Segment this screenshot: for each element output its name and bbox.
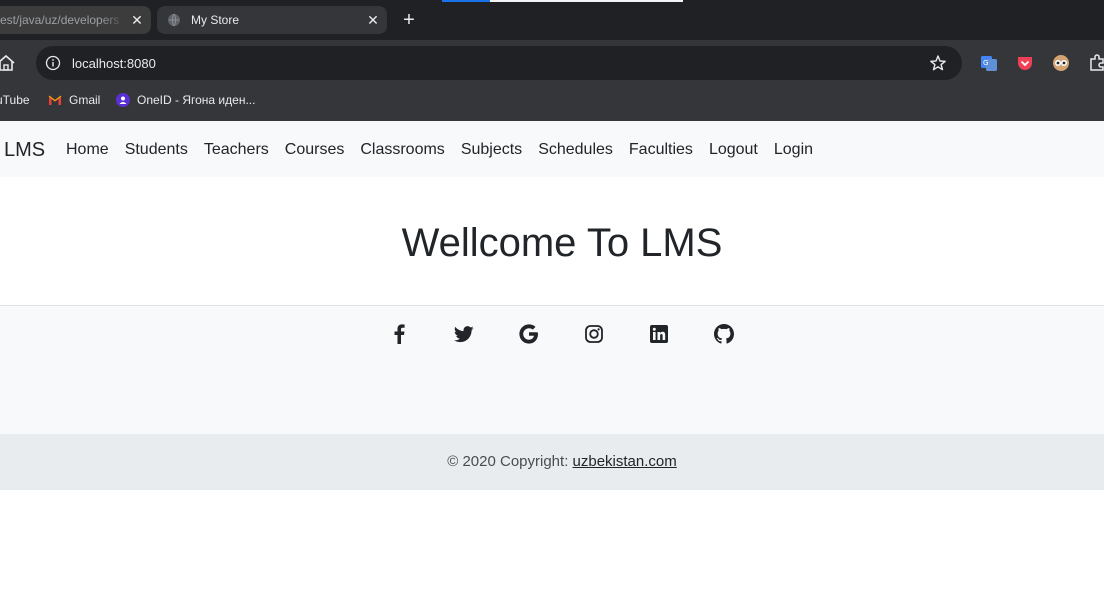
copyright-link[interactable]: uzbekistan.com bbox=[573, 453, 677, 470]
bookmark-label: uTube bbox=[0, 93, 30, 107]
copyright-bar: © 2020 Copyright: uzbekistan.com bbox=[0, 434, 1104, 490]
tab-title: est/java/uz/developers bbox=[0, 13, 120, 27]
address-bar[interactable]: localhost:8080 bbox=[36, 46, 962, 80]
tab-strip: est/java/uz/developers ✕ My Store ✕ + bbox=[0, 0, 1104, 40]
oneid-icon bbox=[116, 93, 130, 107]
browser-chrome: est/java/uz/developers ✕ My Store ✕ + lo… bbox=[0, 0, 1104, 121]
linkedin-icon[interactable] bbox=[642, 322, 676, 346]
extensions-puzzle-icon[interactable] bbox=[1088, 54, 1104, 72]
copyright-prefix: © 2020 Copyright: bbox=[447, 453, 573, 470]
close-icon[interactable]: ✕ bbox=[363, 10, 383, 30]
google-icon[interactable] bbox=[512, 322, 546, 346]
svg-text:G: G bbox=[983, 59, 988, 67]
nav-link-login[interactable]: Login bbox=[766, 138, 821, 162]
owl-extension-icon[interactable] bbox=[1052, 54, 1070, 72]
bookmarks-bar: uTube Gmail OneID - Ягона иден... bbox=[0, 86, 1104, 121]
info-icon[interactable] bbox=[45, 55, 61, 71]
address-text[interactable]: localhost:8080 bbox=[72, 56, 929, 71]
bookmark-gmail[interactable]: Gmail bbox=[48, 86, 100, 114]
nav-link-faculties[interactable]: Faculties bbox=[621, 138, 701, 162]
nav-link-home[interactable]: Home bbox=[58, 138, 117, 162]
navbar-brand[interactable]: LMS bbox=[4, 138, 45, 162]
page-title: Wellcome To LMS bbox=[401, 221, 723, 265]
nav-link-teachers[interactable]: Teachers bbox=[196, 138, 277, 162]
nav-links: Home Students Teachers Courses Classroom… bbox=[58, 138, 821, 162]
tab-my-store[interactable]: My Store ✕ bbox=[157, 6, 387, 34]
facebook-icon[interactable] bbox=[382, 322, 416, 346]
close-icon[interactable]: ✕ bbox=[127, 10, 147, 30]
bookmark-label: OneID - Ягона иден... bbox=[137, 93, 256, 107]
nav-link-students[interactable]: Students bbox=[117, 138, 196, 162]
progress-accent bbox=[442, 0, 683, 2]
bookmark-oneid[interactable]: OneID - Ягона иден... bbox=[116, 86, 255, 114]
nav-link-logout[interactable]: Logout bbox=[701, 138, 766, 162]
social-links bbox=[382, 322, 741, 346]
nav-link-classrooms[interactable]: Classrooms bbox=[352, 138, 452, 162]
github-icon[interactable] bbox=[707, 322, 741, 346]
nav-link-subjects[interactable]: Subjects bbox=[453, 138, 530, 162]
instagram-icon[interactable] bbox=[577, 322, 611, 346]
twitter-icon[interactable] bbox=[447, 322, 481, 346]
tab-developers[interactable]: est/java/uz/developers ✕ bbox=[0, 6, 151, 34]
hero-section: Wellcome To LMS bbox=[0, 177, 1104, 306]
new-tab-button[interactable]: + bbox=[398, 9, 420, 31]
tab-title: My Store bbox=[191, 13, 240, 27]
pocket-extension-icon[interactable] bbox=[1016, 54, 1034, 72]
globe-icon bbox=[167, 13, 181, 27]
gmail-icon bbox=[48, 93, 62, 107]
translate-extension-icon[interactable]: G bbox=[980, 54, 998, 72]
copyright-text: © 2020 Copyright: uzbekistan.com bbox=[0, 452, 1104, 472]
browser-toolbar: localhost:8080 G bbox=[0, 40, 1104, 86]
home-icon[interactable] bbox=[0, 53, 18, 73]
nav-link-courses[interactable]: Courses bbox=[277, 138, 353, 162]
footer-social bbox=[0, 306, 1104, 434]
bookmark-label: Gmail bbox=[69, 93, 101, 107]
bookmark-star-icon[interactable] bbox=[929, 54, 947, 72]
nav-link-schedules[interactable]: Schedules bbox=[530, 138, 621, 162]
site-navbar: LMS Home Students Teachers Courses Class… bbox=[0, 121, 1104, 177]
bookmark-youtube[interactable]: uTube bbox=[0, 86, 30, 114]
